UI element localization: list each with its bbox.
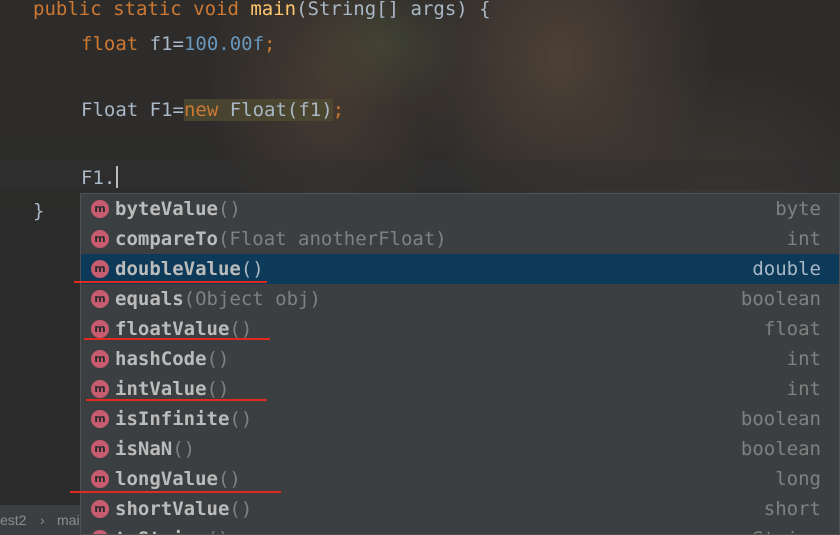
completion-item-shortvalue[interactable]: m shortValue() short bbox=[81, 494, 839, 524]
code-line-main: public static void main(String[] args) { bbox=[33, 0, 491, 22]
method-params: () bbox=[240, 258, 264, 280]
method-params: () bbox=[206, 348, 230, 370]
var-f1: f1= bbox=[138, 33, 184, 55]
completion-item-signature: hashCode() bbox=[115, 346, 229, 372]
completion-item-longvalue[interactable]: m longValue() long bbox=[81, 464, 839, 494]
semicolon: ; bbox=[332, 99, 345, 121]
method-name: toString bbox=[115, 528, 207, 534]
breadcrumb-separator-icon: › bbox=[40, 512, 45, 528]
method-icon: m bbox=[91, 440, 109, 458]
method-name: equals bbox=[115, 288, 184, 310]
method-name: shortValue bbox=[115, 498, 230, 520]
completion-item-signature: longValue() bbox=[115, 466, 241, 492]
method-params: (Float anotherFloat) bbox=[217, 228, 447, 250]
return-type: byte bbox=[775, 198, 821, 220]
current-line-highlight bbox=[0, 160, 840, 190]
return-type: double bbox=[752, 258, 821, 280]
breadcrumb-item-method[interactable]: mai bbox=[57, 505, 80, 535]
main-signature: (String[] args) { bbox=[296, 0, 491, 20]
method-icon: m bbox=[91, 380, 109, 398]
method-icon: m bbox=[91, 320, 109, 338]
completion-item-signature: isInfinite() bbox=[115, 406, 252, 432]
method-params: () bbox=[217, 198, 241, 220]
method-name: hashCode bbox=[115, 348, 207, 370]
method-params: () bbox=[229, 408, 253, 430]
return-type: boolean bbox=[740, 288, 821, 310]
completion-item-signature: toString() bbox=[115, 526, 230, 534]
completion-item-signature: shortValue() bbox=[115, 496, 252, 522]
method-params: () bbox=[172, 438, 196, 460]
completion-item-signature: doubleValue() bbox=[115, 256, 264, 282]
number-literal: 100.00f bbox=[183, 33, 265, 55]
return-type: boolean bbox=[740, 438, 821, 460]
return-type: String bbox=[752, 526, 821, 534]
breadcrumb-item-class[interactable]: est2 bbox=[0, 505, 26, 535]
code-line-f1: float f1=100.00f; bbox=[81, 31, 276, 57]
text-caret bbox=[116, 166, 119, 188]
annotation-underline bbox=[86, 399, 267, 401]
method-icon: m bbox=[91, 350, 109, 368]
code-line-typing: F1. bbox=[81, 165, 119, 191]
code-line-F1: Float F1=new Float(f1); bbox=[81, 97, 344, 123]
closing-brace: } bbox=[33, 200, 45, 222]
completion-item-signature: equals(Object obj) bbox=[115, 286, 321, 312]
method-params: () bbox=[207, 528, 230, 534]
method-icon: m bbox=[91, 260, 109, 278]
completion-item-signature: isNaN() bbox=[115, 436, 195, 462]
method-icon: m bbox=[91, 470, 109, 488]
method-icon: m bbox=[91, 410, 109, 428]
completion-item-isnan[interactable]: m isNaN() boolean bbox=[81, 434, 839, 464]
method-name-main: main bbox=[250, 0, 297, 20]
method-icon: m bbox=[91, 200, 109, 218]
return-type: boolean bbox=[740, 408, 821, 430]
code-line-close: } bbox=[33, 198, 44, 224]
semicolon: ; bbox=[264, 33, 276, 55]
completion-item-hashcode[interactable]: m hashCode() int bbox=[81, 344, 839, 374]
method-icon: m bbox=[91, 230, 109, 248]
typed-text: F1. bbox=[81, 167, 116, 189]
method-name: intValue bbox=[115, 378, 207, 400]
keyword-float: float bbox=[81, 33, 139, 55]
method-params: (Object obj) bbox=[183, 288, 321, 310]
keyword-modifiers: public static void bbox=[33, 0, 251, 20]
method-name: isInfinite bbox=[115, 408, 230, 430]
method-params: () bbox=[217, 468, 241, 490]
return-type: int bbox=[786, 228, 821, 250]
method-name: longValue bbox=[115, 468, 218, 490]
method-icon: m bbox=[91, 290, 109, 308]
completion-popup[interactable]: m byteValue() byte m compareTo(Float another… bbox=[80, 193, 840, 535]
annotation-underline bbox=[74, 281, 267, 283]
keyword-new: new bbox=[183, 99, 219, 121]
method-name: floatValue bbox=[115, 318, 230, 340]
completion-item-doublevalue[interactable]: m doubleValue() double bbox=[81, 254, 839, 284]
completion-item-equals[interactable]: m equals(Object obj) boolean bbox=[81, 284, 839, 314]
completion-item-signature: byteValue() bbox=[115, 196, 241, 222]
method-name: compareTo bbox=[115, 228, 218, 250]
method-icon: m bbox=[91, 530, 109, 534]
completion-item-tostring[interactable]: m toString() String bbox=[81, 524, 839, 534]
annotation-underline bbox=[84, 338, 270, 340]
method-name: byteValue bbox=[115, 198, 218, 220]
method-params: () bbox=[229, 498, 253, 520]
return-type: int bbox=[786, 348, 821, 370]
method-params: () bbox=[206, 378, 230, 400]
method-name: doubleValue bbox=[115, 258, 241, 280]
decl-F1: Float F1= bbox=[81, 99, 184, 121]
completion-item-isinfinite[interactable]: m isInfinite() boolean bbox=[81, 404, 839, 434]
annotation-underline bbox=[70, 491, 281, 493]
method-icon: m bbox=[91, 500, 109, 518]
return-type: short bbox=[763, 498, 821, 520]
completion-item-signature: compareTo(Float anotherFloat) bbox=[115, 226, 447, 252]
ctor-call: Float(f1) bbox=[218, 99, 333, 121]
return-type: float bbox=[763, 318, 821, 340]
method-params: () bbox=[229, 318, 253, 340]
method-name: isNaN bbox=[115, 438, 173, 460]
completion-item-compareto[interactable]: m compareTo(Float anotherFloat) int bbox=[81, 224, 839, 254]
return-type: long bbox=[775, 468, 821, 490]
return-type: int bbox=[786, 378, 821, 400]
completion-item-bytevalue[interactable]: m byteValue() byte bbox=[81, 194, 839, 224]
